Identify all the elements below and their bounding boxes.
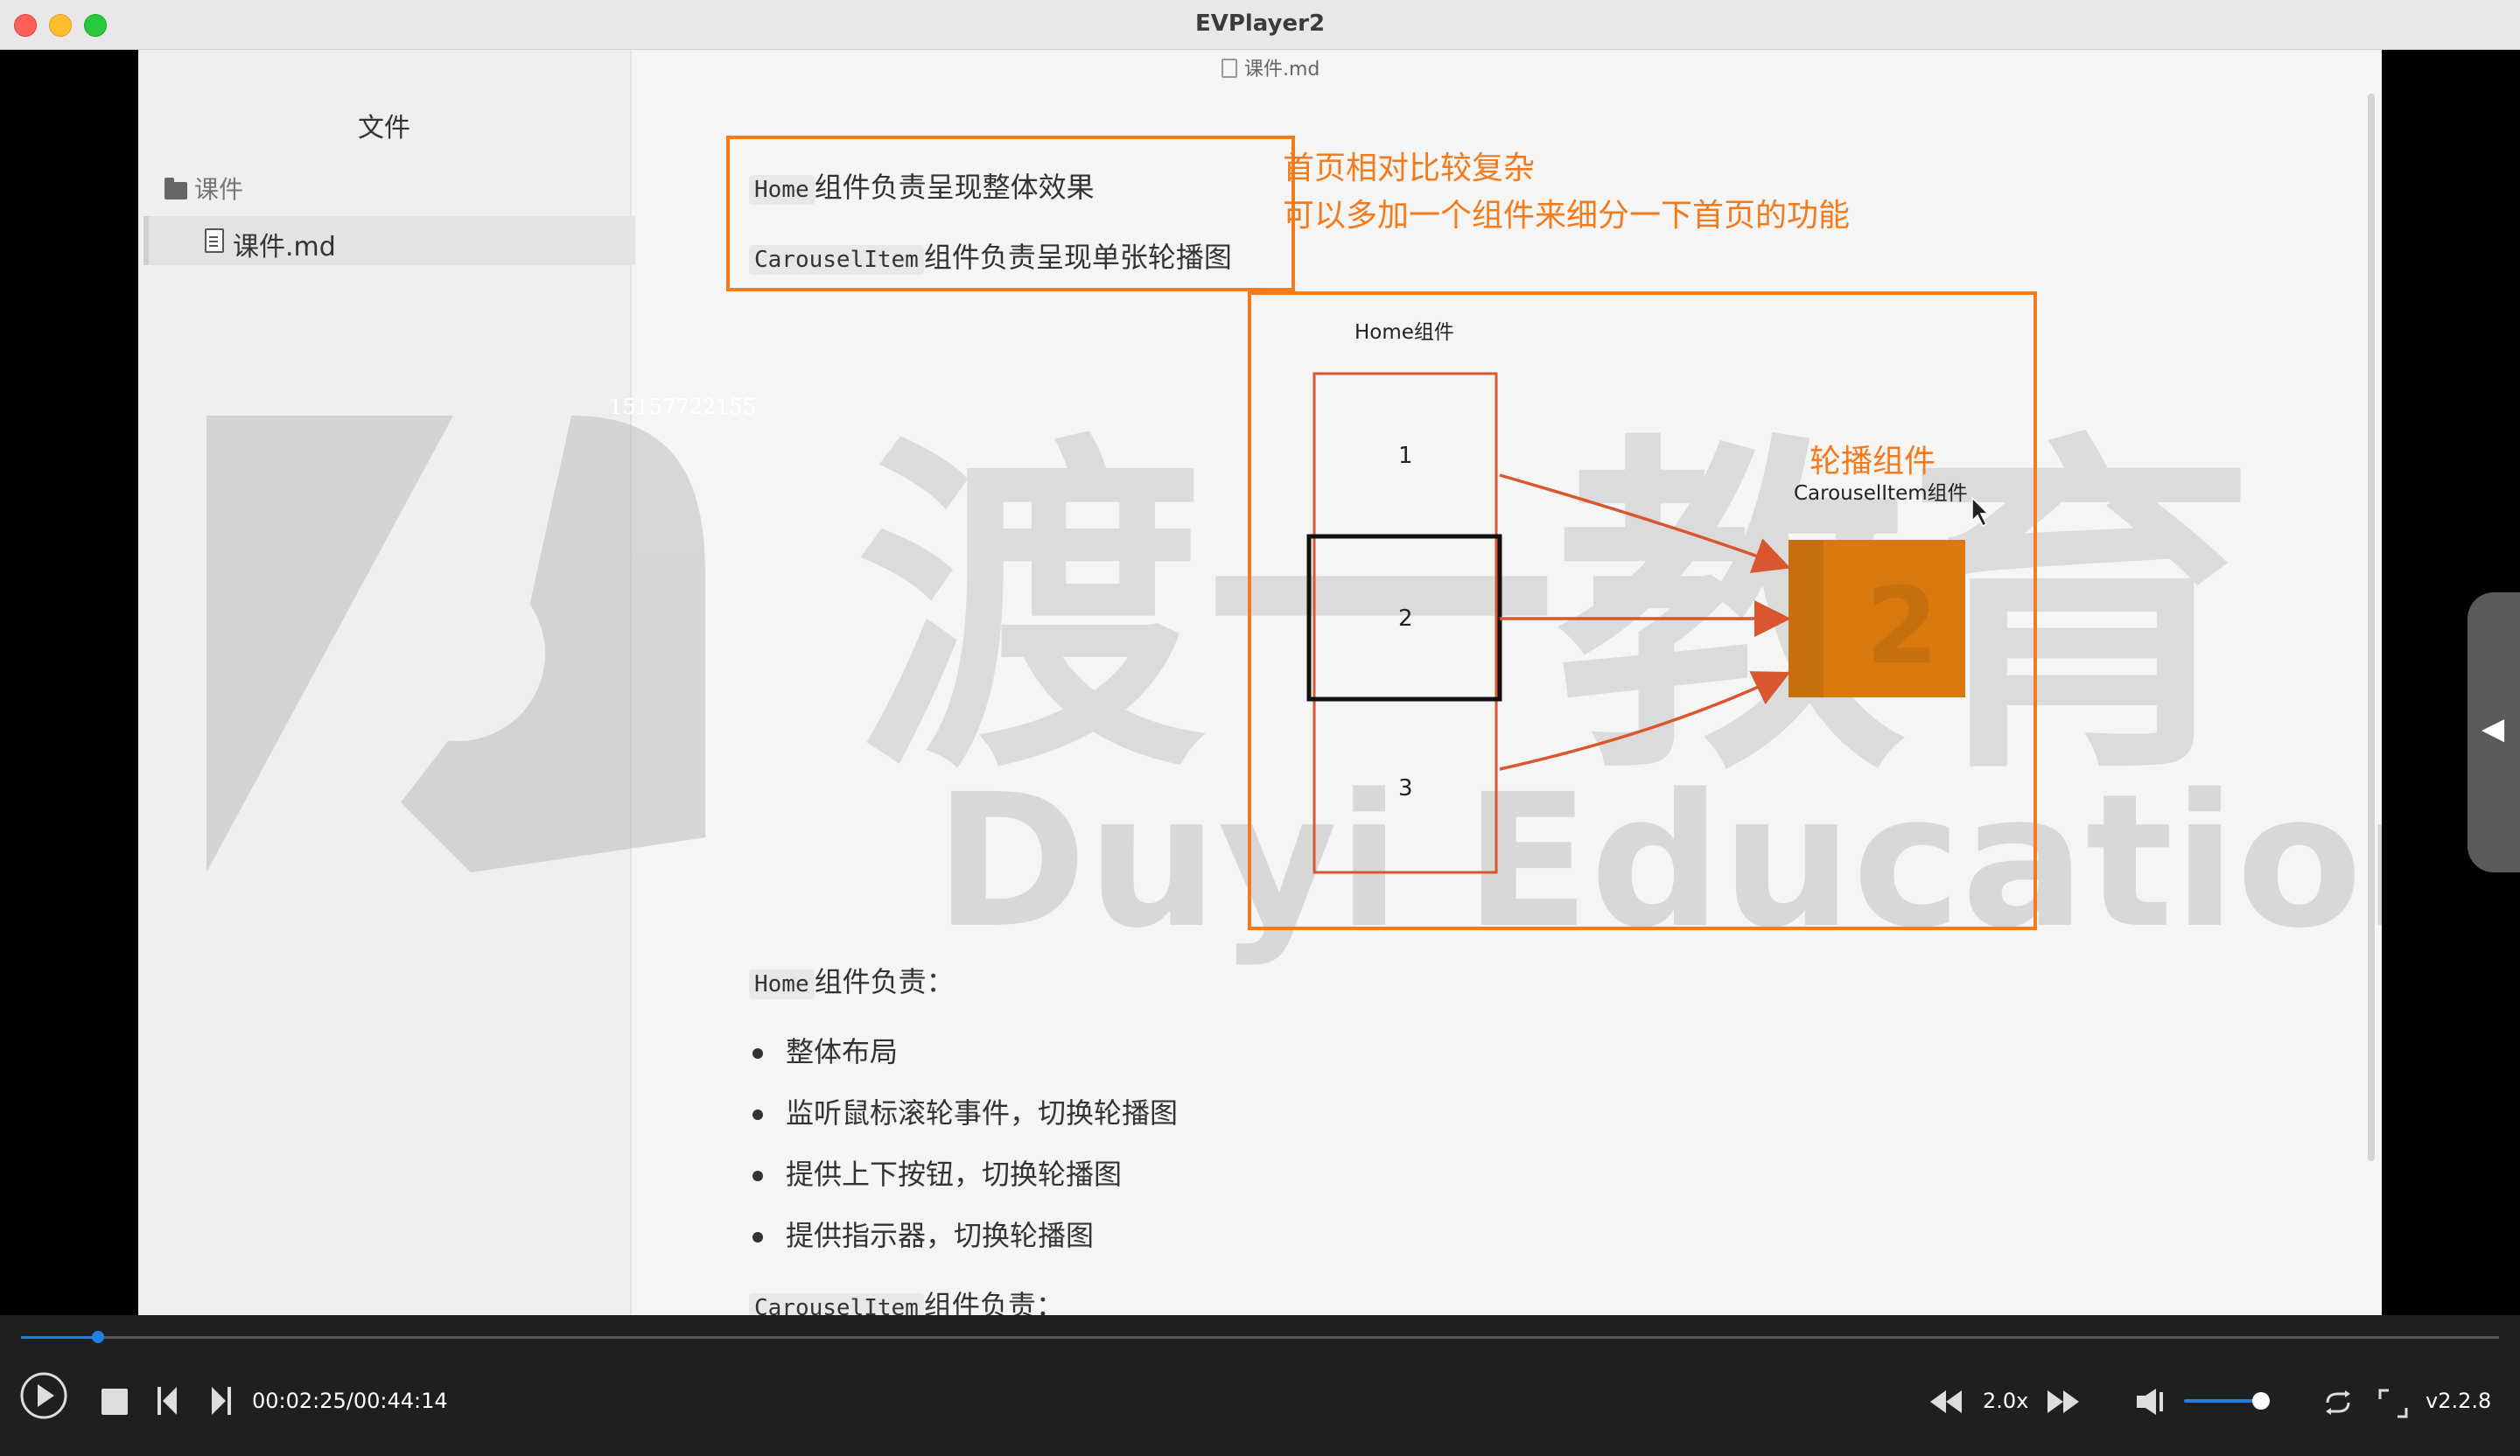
seek-bar[interactable] — [21, 1331, 2499, 1343]
home-section-heading-text: 组件负责： — [814, 965, 955, 998]
home-code-tag-2: Home — [749, 970, 815, 999]
carouselitem-code-tag-2: CarouselItem — [749, 1293, 924, 1315]
fast-forward-icon[interactable] — [2046, 1389, 2081, 1415]
content-scrollbar[interactable] — [2368, 94, 2375, 1161]
seek-bar-knob[interactable] — [92, 1331, 105, 1343]
player-controls: 00:02:25/00:44:14 2.0x v2.2.8 — [0, 1315, 2520, 1456]
bullet-dot — [752, 1232, 763, 1242]
carousel-section-heading: CarouselItem 组件负责： — [749, 1284, 1064, 1315]
diagram-item-1: 1 — [1398, 443, 1413, 469]
mouse-cursor-icon — [1971, 496, 1990, 528]
video-area[interactable]: 课件.md 文件 课件 课件.md 渡一教育 Duyi Education 15… — [0, 50, 2520, 1315]
next-icon[interactable] — [208, 1385, 233, 1417]
version-label: v2.2.8 — [2426, 1389, 2492, 1413]
bullet-dot — [752, 1110, 763, 1120]
playback-speed[interactable]: 2.0x — [1983, 1389, 2028, 1413]
bullet-item: 监听鼠标滚轮事件，切换轮播图 — [752, 1091, 1178, 1131]
carousel-label: CarouselItem组件 — [1794, 482, 1968, 505]
carousel-box-text: 2 — [1866, 566, 1939, 688]
side-panel-toggle[interactable]: ◀ — [2468, 592, 2520, 872]
bullet-item: 提供指示器，切换轮播图 — [752, 1214, 1094, 1254]
seek-bar-fill — [21, 1336, 99, 1339]
bullet-text: 提供指示器，切换轮播图 — [786, 1219, 1095, 1252]
arrow-item-3 — [1499, 671, 1791, 771]
carousel-title-cn: 轮播组件 — [1810, 444, 1936, 480]
markdown-content: Home 组件负责呈现整体效果 CarouselItem 组件负责呈现单张轮播图 首… — [632, 50, 2382, 1315]
bullet-dot — [752, 1048, 763, 1059]
bullet-text: 监听鼠标滚轮事件，切换轮播图 — [786, 1096, 1179, 1130]
bullet-item: 提供上下按钮，切换轮播图 — [752, 1152, 1122, 1193]
stop-icon[interactable] — [100, 1387, 130, 1417]
window-titlebar: EVPlayer2 — [0, 0, 2520, 50]
home-section-heading: Home 组件负责： — [749, 960, 955, 1000]
bullet-text: 提供上下按钮，切换轮播图 — [786, 1158, 1123, 1191]
time-display: 00:02:25/00:44:14 — [252, 1389, 448, 1413]
bullet-item: 整体布局 — [752, 1030, 898, 1070]
fullscreen-icon[interactable] — [2378, 1389, 2408, 1418]
diagram-home-label: Home组件 — [1354, 321, 1454, 344]
previous-icon[interactable] — [156, 1385, 180, 1417]
recorded-editor-window: 课件.md 文件 课件 课件.md 渡一教育 Duyi Education 15… — [138, 50, 2382, 1315]
loop-icon[interactable] — [2322, 1390, 2354, 1415]
rewind-icon[interactable] — [1928, 1389, 1964, 1415]
arrow-item-1 — [1499, 473, 1791, 573]
side-panel-arrow-icon: ◀ — [2482, 711, 2505, 746]
bullet-dot — [752, 1171, 763, 1181]
play-icon[interactable] — [19, 1371, 68, 1420]
diagram-item-3: 3 — [1398, 775, 1413, 802]
carousel-item-shade — [1788, 540, 1824, 697]
bullet-text: 整体布局 — [786, 1035, 899, 1068]
carousel-section-heading-text: 组件负责： — [923, 1289, 1064, 1315]
diagram-item-2: 2 — [1398, 606, 1413, 632]
volume-icon[interactable] — [2135, 1387, 2165, 1417]
volume-knob[interactable] — [2252, 1392, 2270, 1410]
app-title: EVPlayer2 — [1194, 10, 1326, 37]
